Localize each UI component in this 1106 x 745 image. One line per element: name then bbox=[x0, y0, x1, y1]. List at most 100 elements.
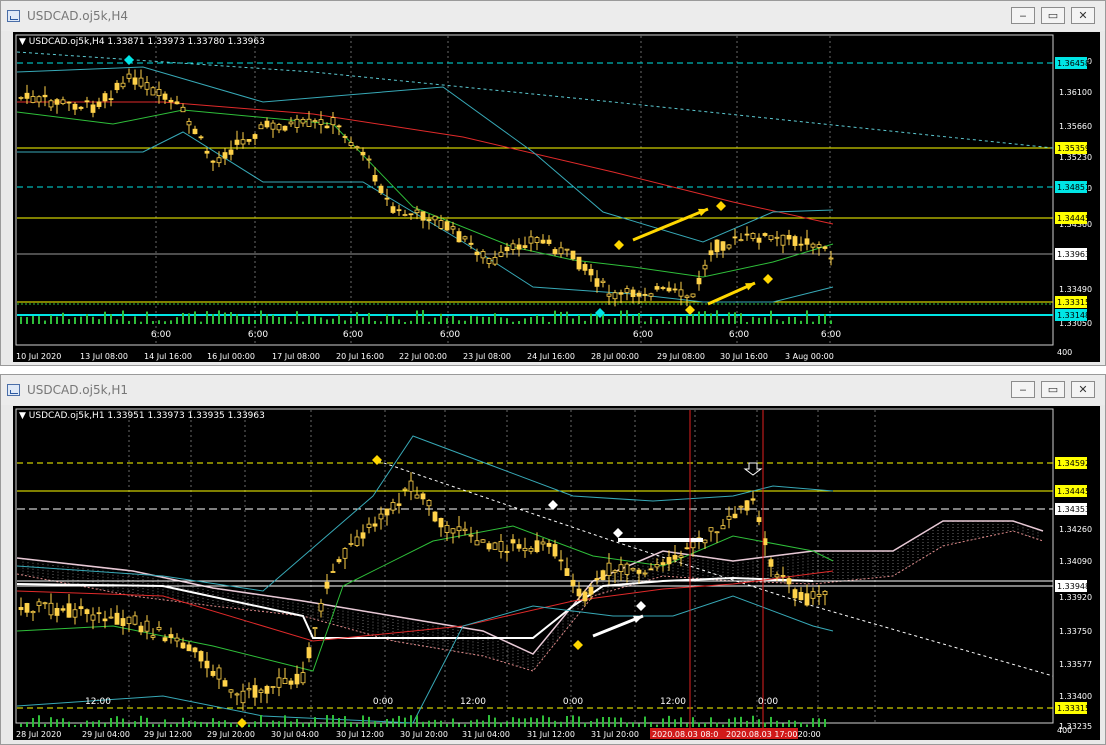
candle-body bbox=[318, 602, 324, 612]
candle-body bbox=[312, 627, 318, 630]
candle-body bbox=[228, 689, 234, 693]
window-titlebar[interactable]: USDCAD.oj5k,H4 ‒ ▭ ✕ bbox=[1, 1, 1105, 31]
candle-body bbox=[48, 100, 54, 108]
candle-body bbox=[672, 288, 678, 291]
candle-body bbox=[288, 680, 294, 685]
candle-body bbox=[132, 77, 138, 85]
candle-body bbox=[282, 125, 288, 131]
candle-body bbox=[330, 117, 336, 126]
candle-body bbox=[240, 690, 246, 704]
candle-body bbox=[282, 677, 288, 685]
ichimoku-cloud bbox=[16, 520, 1044, 672]
candle-body bbox=[42, 94, 48, 98]
candle-body bbox=[30, 96, 36, 103]
candle-body bbox=[252, 134, 258, 139]
candle-body bbox=[174, 101, 180, 105]
price-chart[interactable]: ▼ USDCAD.oj5k,H1 1.33951 1.33973 1.33935… bbox=[13, 406, 1100, 740]
candle-body bbox=[192, 128, 198, 135]
maximize-button[interactable]: ▭ bbox=[1041, 7, 1065, 24]
date-axis-label: 28 Jul 00:00 bbox=[591, 352, 639, 361]
candle-body bbox=[546, 543, 552, 547]
candle-body bbox=[528, 236, 534, 244]
candle-body bbox=[264, 685, 270, 694]
price-tag-label: 1.34851 bbox=[1057, 183, 1090, 192]
time-label: 6:00 bbox=[729, 330, 749, 340]
date-axis-label: 31 Jul 20:00 bbox=[591, 730, 639, 739]
candle-body bbox=[738, 505, 744, 508]
chart-window-h4[interactable]: USDCAD.oj5k,H4 ‒ ▭ ✕ ▼ USDCAD.oj5k,H4 1.… bbox=[0, 0, 1106, 366]
candle-body bbox=[336, 559, 342, 563]
inner-time-labels: 6:00 6:00 6:00 6:00 6:00 6:00 6:00 bbox=[151, 330, 841, 340]
candle-body bbox=[516, 244, 522, 250]
candle-body bbox=[558, 247, 564, 255]
event-label: 2020.08.03 17:00 bbox=[726, 730, 797, 739]
candle-body bbox=[708, 250, 714, 256]
candle-body bbox=[714, 239, 720, 253]
candle-body bbox=[678, 555, 684, 558]
candle-body bbox=[690, 293, 696, 298]
candle-body bbox=[762, 538, 768, 546]
close-button[interactable]: ✕ bbox=[1071, 381, 1095, 398]
candle-body bbox=[402, 214, 408, 216]
moving-average-fast bbox=[16, 525, 834, 672]
price-scale-label: 1.36100 bbox=[1059, 88, 1092, 97]
chart-canvas[interactable]: ▼ USDCAD.oj5k,H4 1.33871 1.33973 1.33780… bbox=[13, 32, 1100, 362]
candle-body bbox=[636, 569, 642, 574]
window-titlebar[interactable]: USDCAD.oj5k,H1 ‒ ▭ ✕ bbox=[1, 375, 1105, 405]
price-tag-label: 1.33315 bbox=[1057, 298, 1090, 307]
candle-body bbox=[624, 563, 630, 575]
candle-body bbox=[648, 568, 654, 571]
moving-average-slow bbox=[17, 101, 834, 225]
candle-body bbox=[468, 242, 474, 245]
candle-body bbox=[486, 258, 492, 264]
candle-body bbox=[150, 87, 156, 96]
trend-line bbox=[377, 460, 1054, 677]
candle-body bbox=[444, 525, 450, 533]
candle-body bbox=[576, 588, 582, 597]
time-label: 6:00 bbox=[821, 330, 841, 340]
minimize-button[interactable]: ‒ bbox=[1011, 381, 1035, 398]
candle-body bbox=[114, 82, 120, 91]
price-tag-label: 1.33963 bbox=[1057, 250, 1090, 259]
close-button[interactable]: ✕ bbox=[1071, 7, 1095, 24]
candle-body bbox=[480, 539, 486, 543]
candle-body bbox=[600, 570, 606, 581]
price-chart[interactable]: ▼ USDCAD.oj5k,H4 1.33871 1.33973 1.33780… bbox=[13, 32, 1100, 362]
diamond-marker bbox=[763, 274, 773, 284]
candle-body bbox=[762, 233, 768, 236]
candle-body bbox=[60, 99, 66, 105]
maximize-button[interactable]: ▭ bbox=[1041, 381, 1065, 398]
candle-body bbox=[492, 542, 498, 550]
time-label: 6:00 bbox=[633, 330, 653, 340]
candle-body bbox=[792, 236, 798, 246]
candle-body bbox=[108, 98, 114, 101]
candle-body bbox=[348, 543, 354, 545]
candle-body bbox=[234, 693, 240, 696]
price-scale: 1.34260 1.34090 1.33920 1.33750 1.33577 1.334… bbox=[1059, 525, 1092, 731]
candle-body bbox=[18, 607, 24, 610]
candle-body bbox=[732, 513, 738, 519]
candle-body bbox=[552, 249, 558, 255]
candle-body bbox=[618, 292, 624, 295]
candle-body bbox=[732, 236, 738, 239]
date-axis-label: 30 Jul 12:00 bbox=[336, 730, 384, 739]
candle-body bbox=[294, 673, 300, 685]
candle-body bbox=[516, 544, 522, 549]
chart-canvas[interactable]: ▼ USDCAD.oj5k,H1 1.33951 1.33973 1.33935… bbox=[13, 406, 1100, 740]
minimize-button[interactable]: ‒ bbox=[1011, 7, 1035, 24]
candle-body bbox=[510, 243, 516, 250]
chart-window-h1[interactable]: USDCAD.oj5k,H1 ‒ ▭ ✕ ▼ USDCAD.oj5k,H1 1.… bbox=[0, 374, 1106, 745]
candle-body bbox=[660, 562, 666, 566]
candle-body bbox=[468, 534, 474, 537]
event-label: 2020.08.03 08:0 bbox=[652, 730, 718, 739]
candle-body bbox=[360, 151, 366, 156]
candle-body bbox=[786, 578, 792, 585]
candle-body bbox=[456, 526, 462, 532]
candle-body bbox=[234, 139, 240, 145]
price-tag-label: 1.34592 bbox=[1057, 459, 1090, 468]
candle-body bbox=[300, 119, 306, 124]
candle-body bbox=[204, 660, 210, 669]
candle-body bbox=[348, 142, 354, 146]
price-scale-label: 1.33490 bbox=[1059, 285, 1092, 294]
price-scale-label: 1.34260 bbox=[1059, 525, 1092, 534]
